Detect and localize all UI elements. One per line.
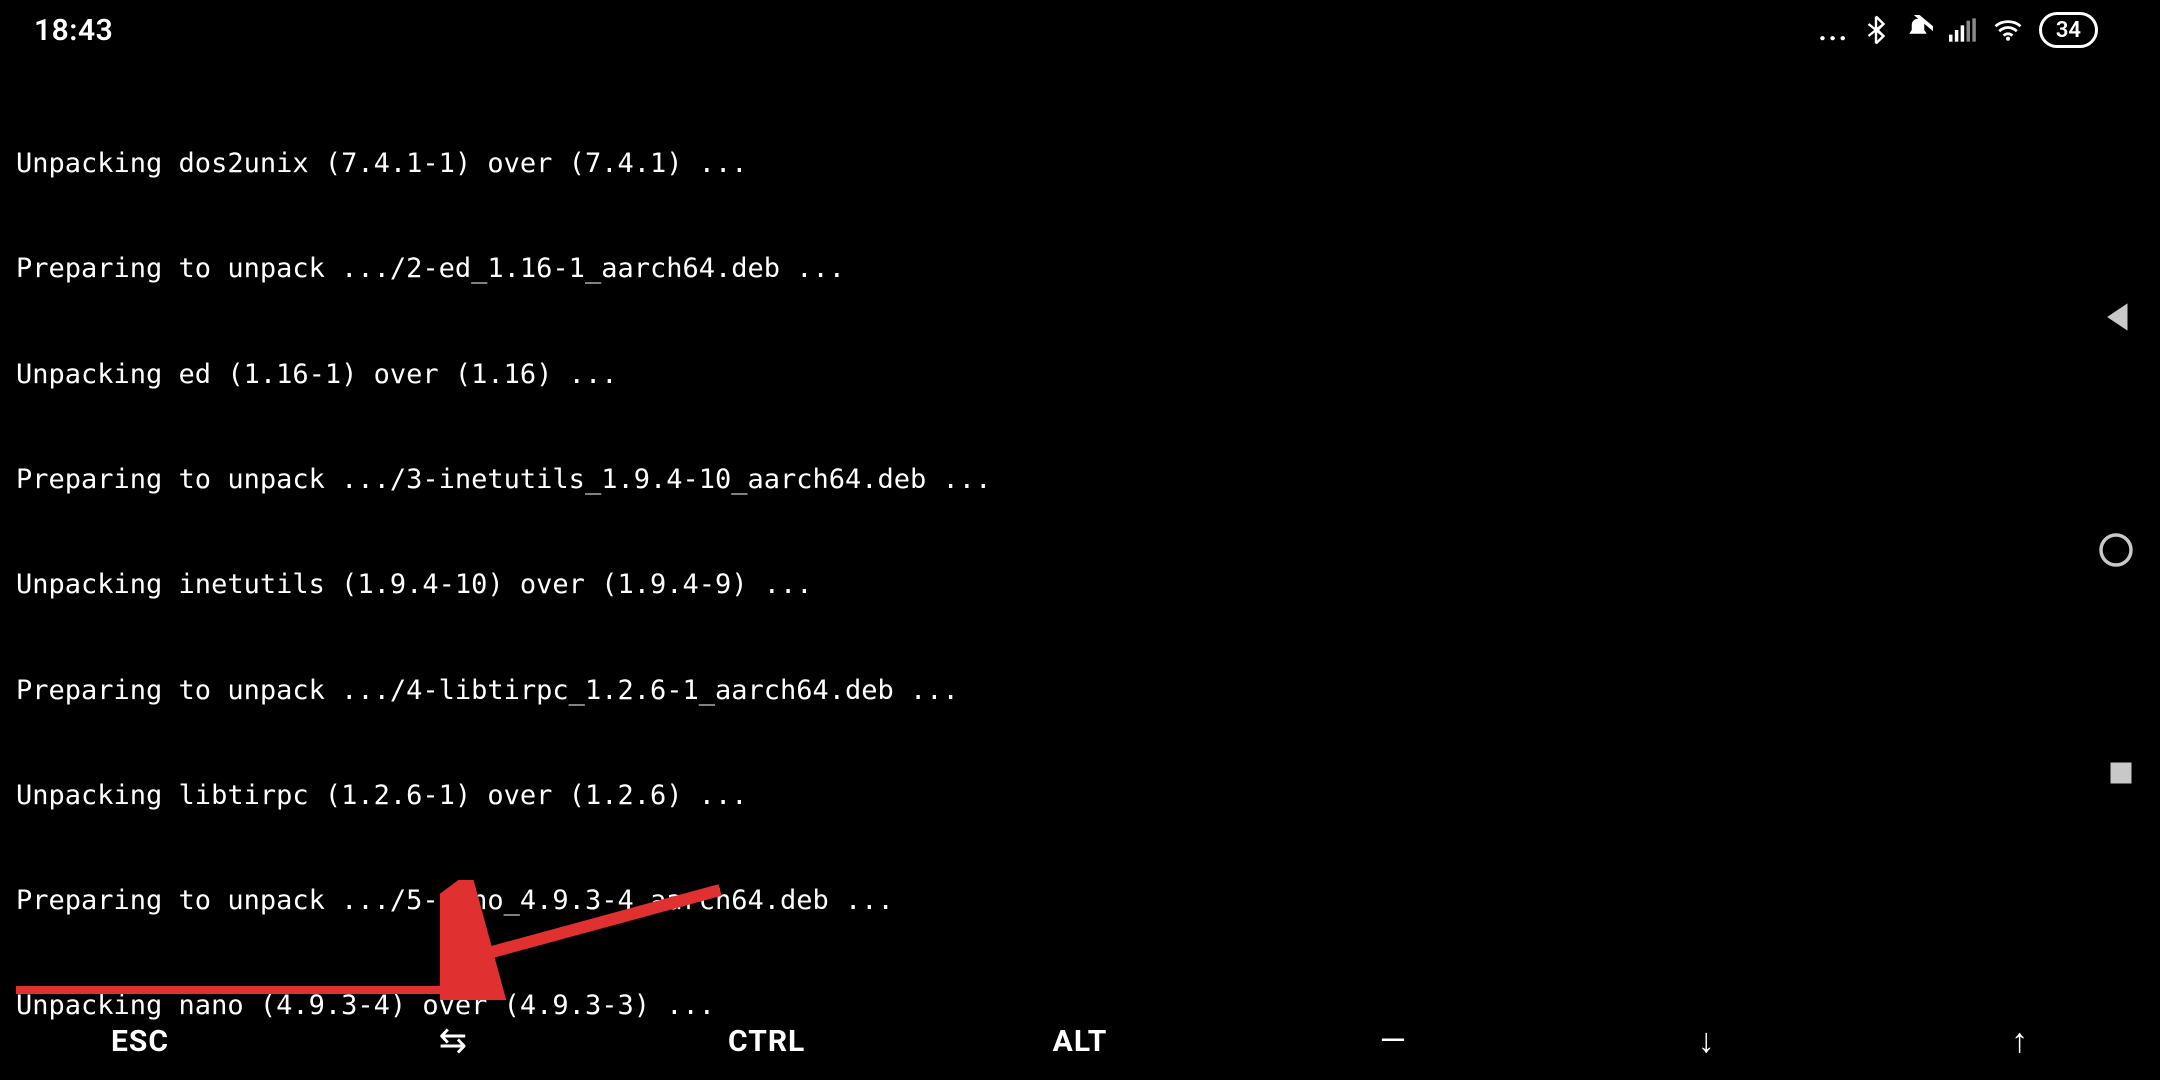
termux-extra-keys: ESC ⇆ CTRL ALT — ↓ ↑ (0, 1002, 2160, 1080)
bluetooth-icon (1865, 15, 1887, 45)
more-icon: ... (1818, 14, 1848, 47)
terminal-line: Preparing to unpack .../2-ed_1.16-1_aarc… (16, 251, 1876, 286)
esc-key[interactable]: ESC (100, 1024, 180, 1059)
up-arrow-key[interactable]: ↑ (1980, 1021, 2060, 1061)
alt-key[interactable]: ALT (1040, 1024, 1120, 1059)
terminal-line: Preparing to unpack .../3-inetutils_1.9.… (16, 462, 1876, 497)
terminal-line: Unpacking ed (1.16-1) over (1.16) ... (16, 357, 1876, 392)
wifi-icon (1993, 18, 2023, 42)
nav-recents-icon[interactable] (2106, 758, 2136, 795)
tab-key[interactable]: ⇆ (413, 1021, 493, 1061)
battery-percent: 34 (2056, 18, 2081, 43)
status-icons: ... (1818, 12, 2098, 48)
nav-home-icon[interactable] (2096, 530, 2136, 577)
android-status-bar: 18:43 ... (0, 0, 2132, 60)
down-arrow-key[interactable]: ↓ (1667, 1021, 1747, 1061)
cellular-signal-icon (1949, 18, 1977, 42)
terminal-line: Preparing to unpack .../4-libtirpc_1.2.6… (16, 673, 1876, 708)
annotation-underline (16, 986, 472, 994)
terminal-line: Unpacking dos2unix (7.4.1-1) over (7.4.1… (16, 146, 1876, 181)
battery-indicator: 34 (2039, 12, 2098, 48)
terminal-line: Unpacking inetutils (1.9.4-10) over (1.9… (16, 567, 1876, 602)
terminal-output[interactable]: Unpacking dos2unix (7.4.1-1) over (7.4.1… (16, 76, 1876, 1080)
clock: 18:43 (34, 13, 113, 48)
ctrl-key[interactable]: CTRL (727, 1024, 807, 1059)
terminal-line: Unpacking libtirpc (1.2.6-1) over (1.2.6… (16, 778, 1876, 813)
dnd-muted-icon (1903, 15, 1933, 45)
terminal-line: Preparing to unpack .../5-nano_4.9.3-4_a… (16, 883, 1876, 918)
nav-back-icon[interactable] (2102, 300, 2136, 341)
dash-key[interactable]: — (1353, 1021, 1433, 1061)
